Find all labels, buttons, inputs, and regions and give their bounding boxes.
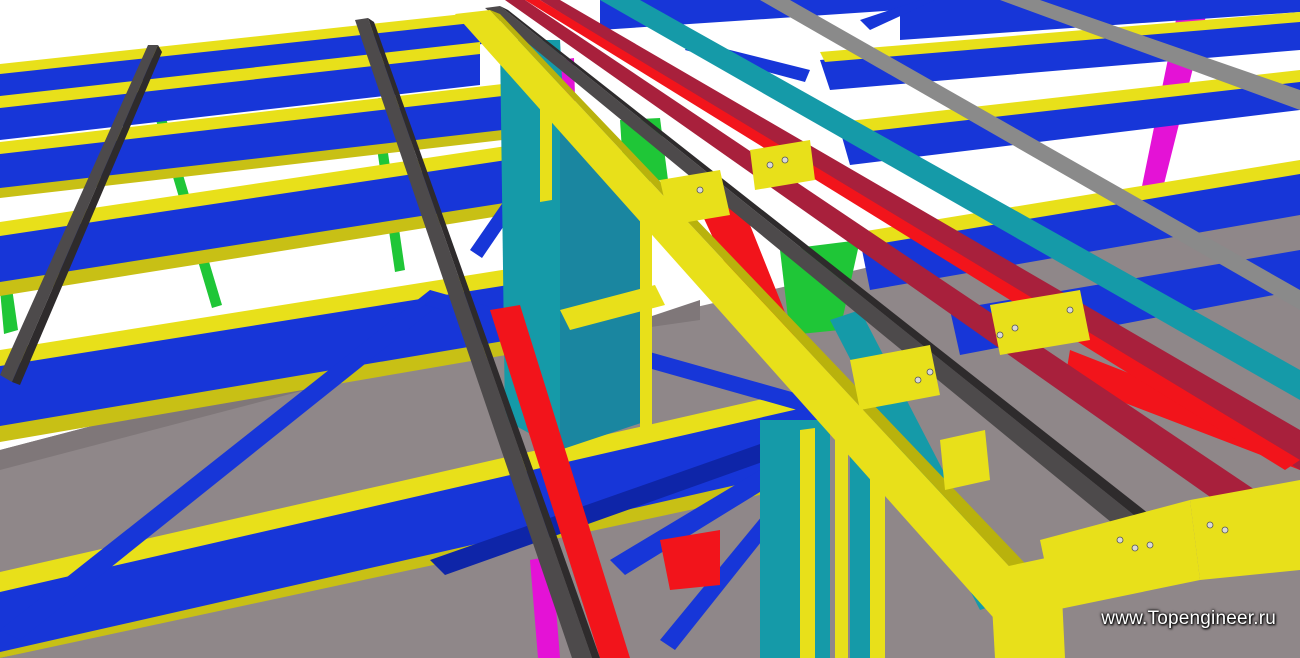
steel-structure-render: www.Topengineer.ru (0, 0, 1300, 658)
structure-drawing (0, 0, 1300, 658)
watermark-text: www.Topengineer.ru (1101, 608, 1276, 629)
